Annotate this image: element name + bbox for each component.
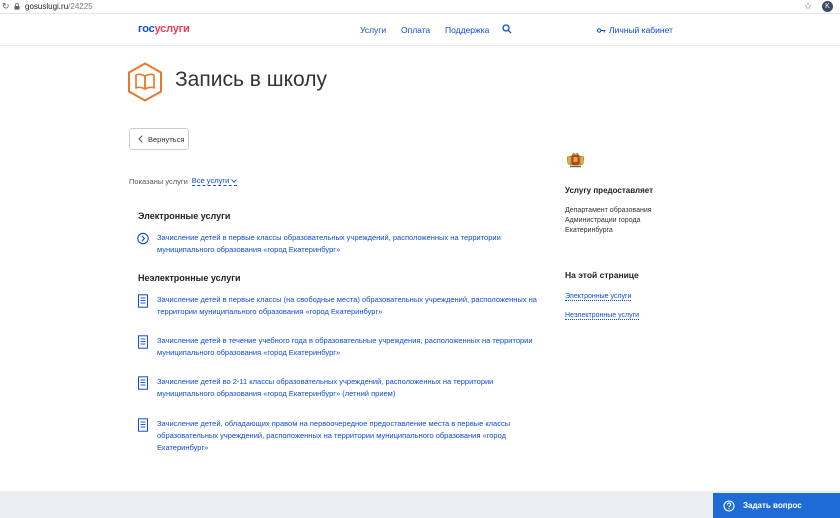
provider-name: Департамент образования Администрации го… (565, 207, 652, 234)
nonelectronic-service-item[interactable]: Зачисление детей в первые классы (на сво… (137, 294, 537, 318)
book-icon (128, 62, 162, 102)
anchor-link-electronic[interactable]: Электронные услуги (565, 293, 632, 301)
document-icon (138, 376, 148, 390)
on-this-page-heading: На этой странице (565, 270, 639, 280)
bookmark-star-icon[interactable]: ☆ (804, 1, 812, 12)
electronic-service-item[interactable]: Зачисление детей в первые классы образов… (137, 232, 537, 256)
reload-icon[interactable]: ↻ (2, 1, 10, 12)
document-icon (138, 418, 148, 432)
logo-part-gos: гос (138, 23, 155, 35)
profile-avatar[interactable]: K (822, 1, 833, 12)
nonelectronic-service-item[interactable]: Зачисление детей во 2-11 классы образова… (137, 376, 537, 400)
coat-of-arms-icon (566, 152, 585, 168)
personal-cabinet-link[interactable]: Личный кабинет (597, 25, 673, 35)
nav-link-podderzhka[interactable]: Поддержка (445, 25, 489, 35)
key-icon (597, 27, 606, 33)
url-text[interactable]: gosuslugi.ru/24225 (25, 2, 93, 11)
page-title: Запись в школу (175, 68, 327, 91)
url-path: /24225 (68, 2, 93, 11)
search-icon[interactable] (502, 24, 512, 34)
logo-part-uslugi: услуги (154, 23, 190, 35)
service-link[interactable]: Зачисление детей в первые классы образов… (157, 232, 537, 256)
service-link[interactable]: Зачисление детей, обладающих правом на п… (157, 418, 537, 454)
chevron-left-icon (138, 135, 143, 143)
provider-heading: Услугу предоставляет (565, 186, 654, 195)
back-button-label: Вернуться (148, 134, 185, 144)
back-button[interactable]: Вернуться (129, 128, 189, 150)
arrow-right-circle-icon (137, 232, 149, 245)
browser-address-bar: ↻ gosuslugi.ru/24225 ☆ K (0, 0, 840, 14)
nav-link-oplata[interactable]: Оплата (401, 25, 430, 35)
service-link[interactable]: Зачисление детей в первые классы (на сво… (157, 294, 537, 318)
anchor-link-nonelectronic[interactable]: Неэлектронные услуги (565, 312, 640, 320)
nonelectronic-service-item[interactable]: Зачисление детей, обладающих правом на п… (137, 418, 537, 454)
nonelectronic-services-heading: Неэлектронные услуги (138, 273, 241, 283)
filter-dropdown[interactable]: Все услуги (191, 176, 238, 186)
document-icon (138, 335, 148, 349)
nonelectronic-service-item[interactable]: Зачисление детей в течение учебного года… (137, 335, 537, 359)
site-header: госуслуги Услуги Оплата Поддержка Личный… (0, 14, 840, 46)
electronic-services-heading: Электронные услуги (138, 211, 231, 221)
filter-value: Все услуги (191, 176, 230, 185)
service-link[interactable]: Зачисление детей во 2-11 классы образова… (157, 376, 537, 400)
url-host: gosuslugi.ru (25, 2, 69, 11)
gosuslugi-logo[interactable]: госуслуги (138, 23, 190, 35)
lock-icon (14, 3, 20, 10)
document-icon (138, 294, 148, 308)
ask-question-label: Задать вопрос (743, 501, 802, 510)
nav-link-uslugi[interactable]: Услуги (360, 25, 386, 35)
services-filter: Показаны услуги Все услуги (129, 176, 238, 186)
ask-question-button[interactable]: Задать вопрос (713, 493, 840, 518)
filter-label: Показаны услуги (129, 176, 188, 186)
cabinet-label: Личный кабинет (609, 25, 673, 35)
support-chat-icon (723, 499, 735, 512)
service-link[interactable]: Зачисление детей в течение учебного года… (157, 335, 537, 359)
chevron-down-icon (231, 178, 238, 183)
